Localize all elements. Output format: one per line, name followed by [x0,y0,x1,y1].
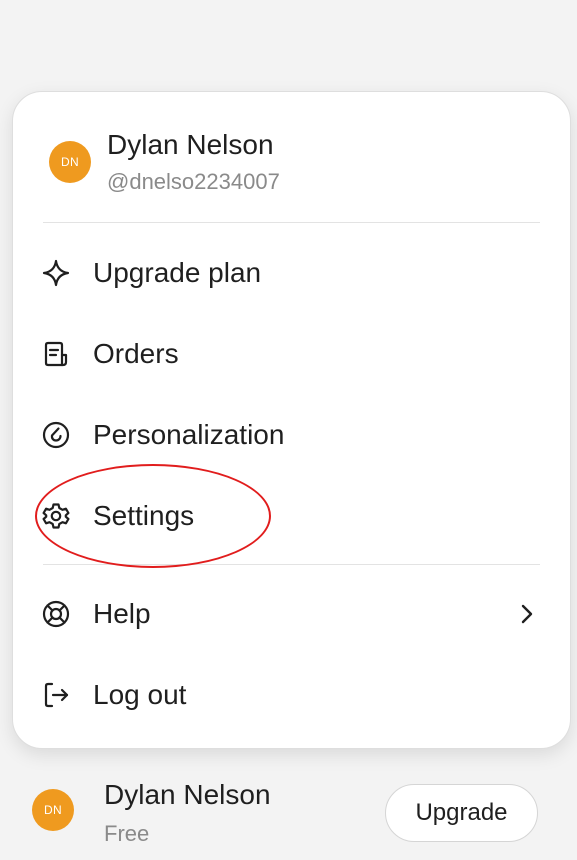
personalization-icon [41,420,71,450]
profile-handle: @dnelso2234007 [107,169,280,194]
menu-item-help[interactable]: Help [41,582,542,646]
footer-user-name: Dylan Nelson [104,779,271,810]
menu-item-label: Personalization [93,419,285,450]
lifebuoy-icon [41,599,71,629]
menu-item-label: Log out [93,679,187,710]
menu-item-label: Upgrade plan [93,257,262,288]
profile-name: Dylan Nelson [107,129,274,160]
logout-icon [41,680,71,710]
avatar: DN [32,789,74,831]
menu-item-settings[interactable]: Settings [41,484,542,548]
sparkle-icon [41,258,71,288]
gear-icon [41,501,71,531]
menu-item-label: Settings [93,500,195,531]
divider [43,222,540,223]
menu-item-log-out[interactable]: Log out [41,663,542,727]
account-footer[interactable]: DN Dylan Nelson Free Upgrade [0,760,577,860]
chevron-right-icon [514,601,540,627]
menu-item-label: Orders [93,338,179,369]
upgrade-button[interactable]: Upgrade [385,784,538,842]
divider [43,564,540,565]
menu-item-personalization[interactable]: Personalization [41,403,542,467]
menu-item-upgrade-plan[interactable]: Upgrade plan [41,241,542,305]
footer-plan-label: Free [104,821,150,846]
avatar: DN [49,141,91,183]
profile-header[interactable]: DN Dylan Nelson @dnelso2234007 [49,128,550,208]
account-menu: DN Dylan Nelson @dnelso2234007 Upgrade p… [12,91,571,749]
menu-item-label: Help [93,598,151,629]
receipt-icon [41,339,71,369]
menu-item-orders[interactable]: Orders [41,322,542,386]
